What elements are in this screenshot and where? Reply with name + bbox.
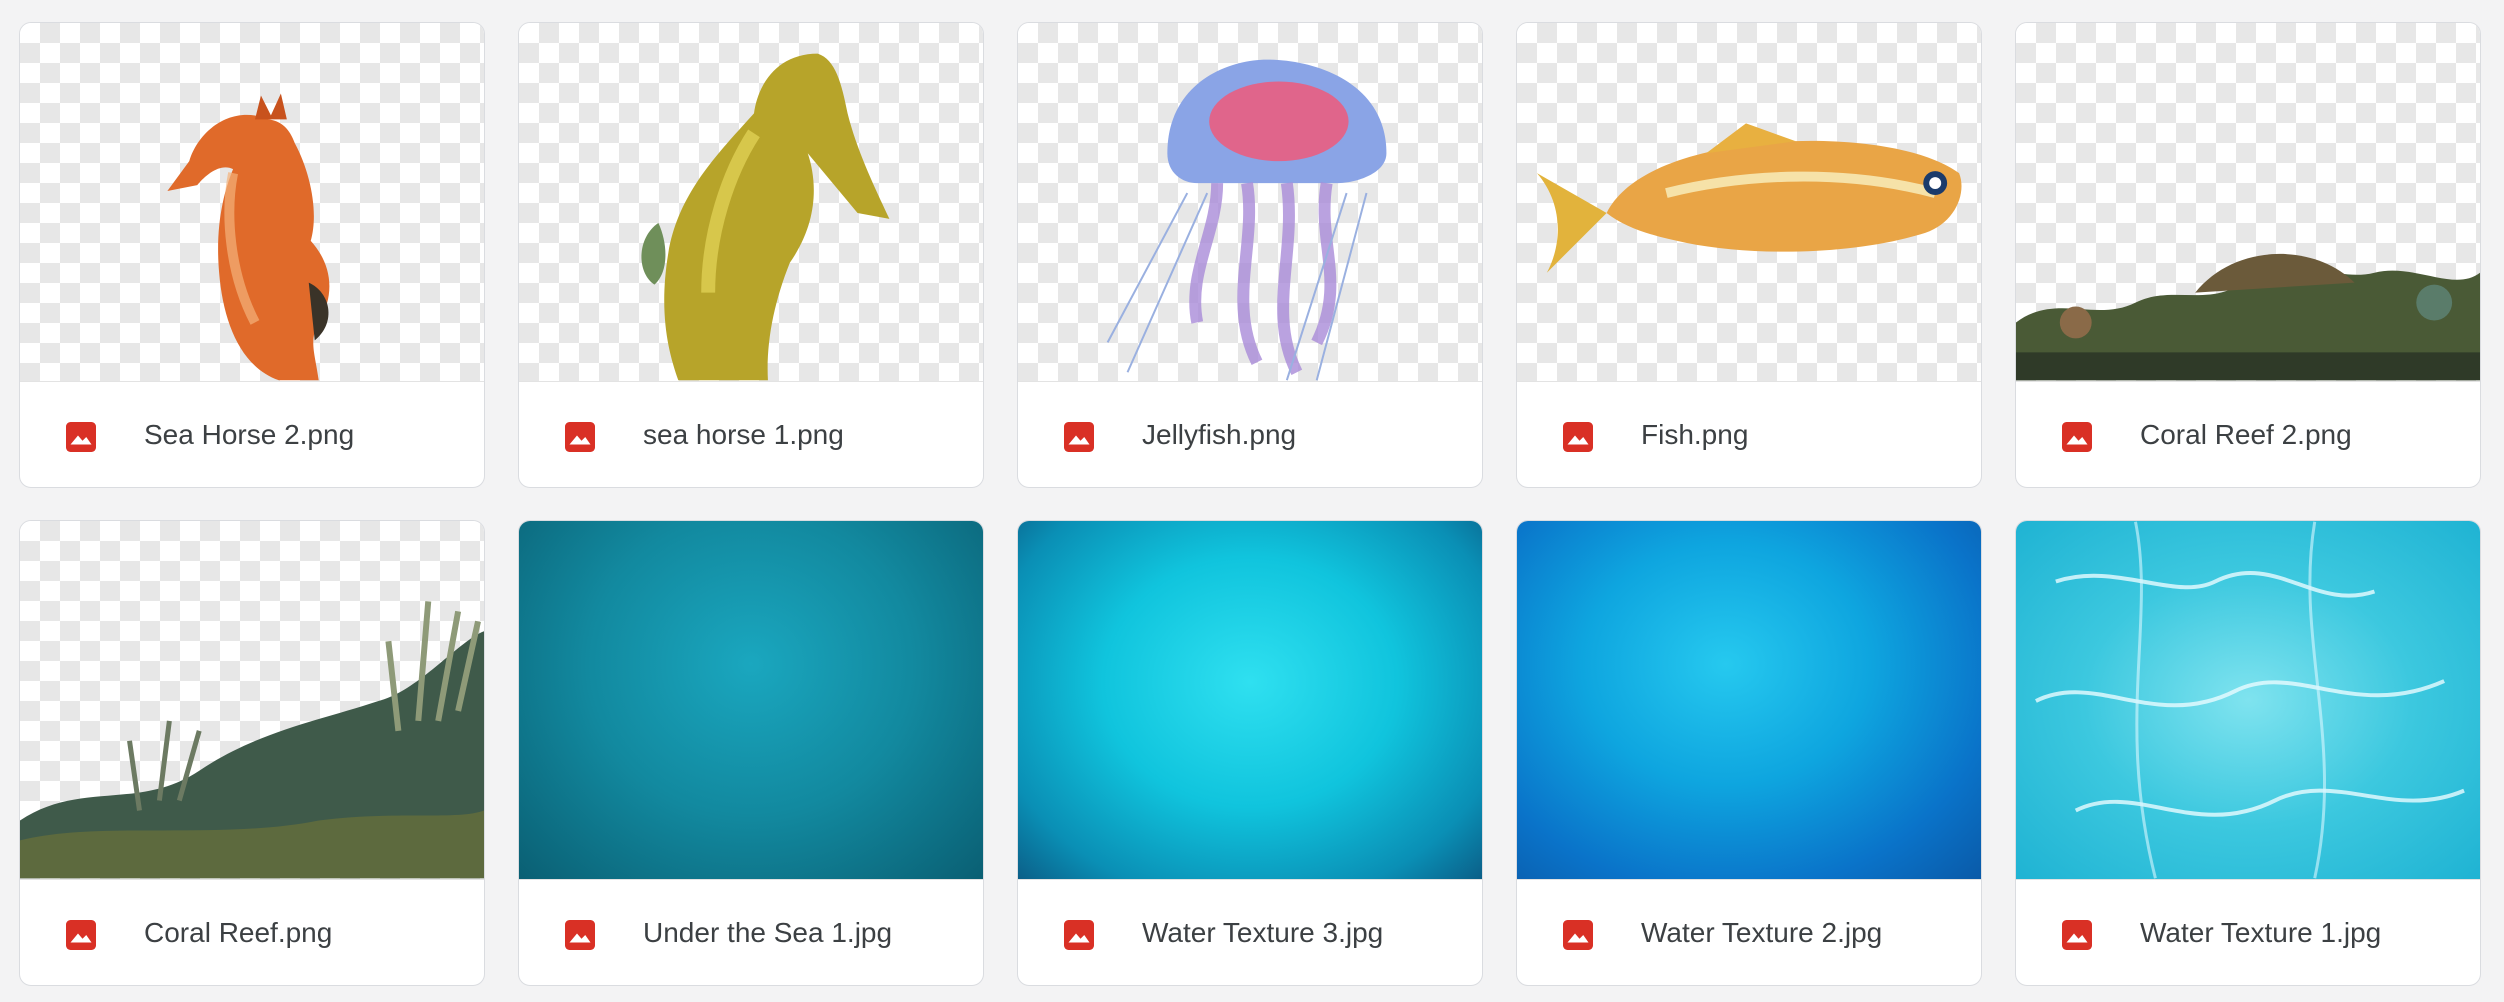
file-name: Under the Sea 1.jpg — [643, 917, 893, 948]
image-file-icon — [565, 920, 595, 950]
file-meta: Coral Reef.png — [20, 879, 484, 985]
image-file-icon — [66, 422, 96, 452]
coral-reef-preview — [2016, 253, 2480, 381]
image-file-icon — [1064, 920, 1094, 950]
file-thumbnail — [519, 23, 983, 382]
file-name: Sea Horse 2.png — [144, 419, 355, 450]
file-thumbnail — [1517, 23, 1981, 382]
image-file-icon — [1064, 422, 1094, 452]
image-file-icon — [565, 422, 595, 452]
seahorse-preview — [641, 53, 890, 381]
file-thumbnail — [20, 521, 484, 880]
file-thumbnail — [2016, 521, 2480, 880]
file-name: Water Texture 1.jpg — [2140, 917, 2382, 948]
file-card[interactable]: Coral Reef.png — [19, 520, 485, 986]
file-meta: Water Texture 2.jpg — [1517, 879, 1981, 985]
file-meta: Water Texture 1.jpg — [2016, 879, 2480, 985]
file-name: Water Texture 2.jpg — [1641, 917, 1883, 948]
file-thumbnail — [20, 23, 484, 382]
file-name: Jellyfish.png — [1142, 419, 1297, 450]
file-meta: Coral Reef 2.png — [2016, 381, 2480, 487]
file-grid: Sea Horse 2.png sea horse 1.png Jellyfis… — [0, 0, 2504, 1002]
file-name: sea horse 1.png — [643, 419, 844, 450]
jellyfish-preview — [1106, 59, 1387, 381]
file-meta: Water Texture 3.jpg — [1018, 879, 1482, 985]
image-file-icon — [2062, 422, 2092, 452]
file-thumbnail — [1018, 521, 1482, 880]
file-thumbnail — [519, 521, 983, 880]
image-file-icon — [1563, 920, 1593, 950]
file-meta: Jellyfish.png — [1018, 381, 1482, 487]
file-card[interactable]: Water Texture 3.jpg — [1017, 520, 1483, 986]
file-name: Coral Reef.png — [144, 917, 333, 948]
file-card[interactable]: Jellyfish.png — [1017, 22, 1483, 488]
image-file-icon — [1563, 422, 1593, 452]
image-file-icon — [2062, 920, 2092, 950]
fish-preview — [1536, 123, 1962, 273]
file-meta: Sea Horse 2.png — [20, 381, 484, 487]
file-thumbnail — [2016, 23, 2480, 382]
file-meta: sea horse 1.png — [519, 381, 983, 487]
coral-reef-preview — [20, 601, 484, 879]
file-card[interactable]: Sea Horse 2.png — [19, 22, 485, 488]
file-thumbnail — [1517, 521, 1981, 880]
file-meta: Under the Sea 1.jpg — [519, 879, 983, 985]
caustics-preview — [2035, 521, 2465, 879]
file-name: Coral Reef 2.png — [2140, 419, 2352, 450]
seahorse-preview — [167, 93, 330, 381]
file-meta: Fish.png — [1517, 381, 1981, 487]
file-card[interactable]: Water Texture 2.jpg — [1516, 520, 1982, 986]
file-card[interactable]: sea horse 1.png — [518, 22, 984, 488]
file-card[interactable]: Under the Sea 1.jpg — [518, 520, 984, 986]
file-card[interactable]: Water Texture 1.jpg — [2015, 520, 2481, 986]
image-file-icon — [66, 920, 96, 950]
file-name: Fish.png — [1641, 419, 1749, 450]
file-thumbnail — [1018, 23, 1482, 382]
file-name: Water Texture 3.jpg — [1142, 917, 1384, 948]
file-card[interactable]: Fish.png — [1516, 22, 1982, 488]
file-card[interactable]: Coral Reef 2.png — [2015, 22, 2481, 488]
